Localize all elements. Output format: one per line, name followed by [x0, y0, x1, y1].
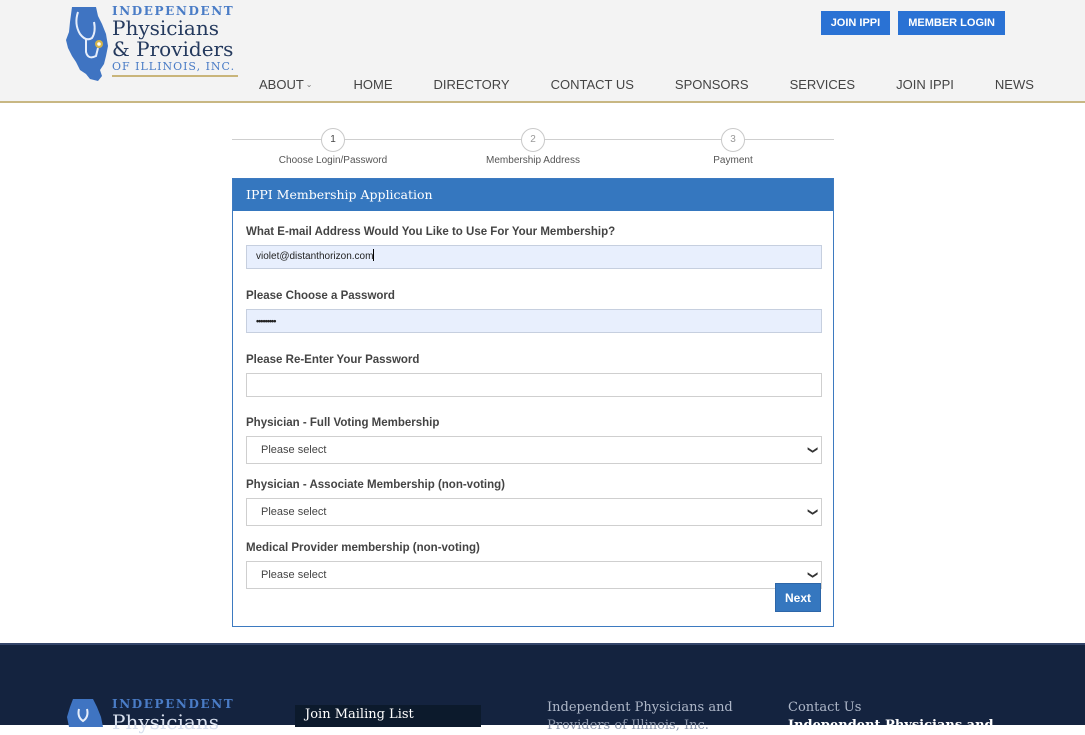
footer-org-name-1: Independent Physicians and: [547, 700, 733, 715]
footer-logo[interactable]: INDEPENDENT Physicians: [67, 697, 233, 734]
progress-steps: 1 Choose Login/Password 2 Membership Add…: [232, 128, 834, 172]
email-field[interactable]: violet@distanthorizon.com: [246, 245, 822, 269]
full-voting-select[interactable]: Please select ❯: [246, 436, 822, 464]
confirm-password-label: Please Re-Enter Your Password: [246, 354, 420, 366]
full-voting-label: Physician - Full Voting Membership: [246, 417, 440, 429]
nav-news[interactable]: NEWS: [995, 77, 1034, 92]
nav-contact-us[interactable]: CONTACT US: [551, 77, 634, 92]
panel-title: IPPI Membership Application: [233, 179, 833, 211]
membership-form-panel: IPPI Membership Application What E-mail …: [232, 178, 834, 627]
logo-line-providers: & Providers: [112, 37, 234, 61]
step-label: Choose Login/Password: [278, 155, 388, 166]
associate-select[interactable]: Please select ❯: [246, 498, 822, 526]
site-logo[interactable]: INDEPENDENT Physicians & Providers OF IL…: [66, 4, 241, 84]
step-number: 1: [321, 128, 345, 152]
footer-contact-title: Contact Us: [788, 700, 862, 715]
step-number: 3: [721, 128, 745, 152]
select-value: Please select: [261, 444, 327, 456]
join-ippi-button[interactable]: JOIN IPPI: [820, 11, 891, 35]
next-button[interactable]: Next: [775, 583, 821, 612]
step-3: 3 Payment: [658, 128, 808, 166]
nav-about[interactable]: ABOUT ⌄: [259, 77, 313, 92]
illinois-stethoscope-icon: [66, 7, 108, 81]
select-value: Please select: [261, 506, 327, 518]
site-footer: INDEPENDENT Physicians Join Mailing List…: [0, 643, 1085, 734]
email-label: What E-mail Address Would You Like to Us…: [246, 226, 616, 238]
nav-join-ippi[interactable]: JOIN IPPI: [896, 77, 954, 92]
step-label: Membership Address: [486, 155, 580, 166]
nav-services[interactable]: SERVICES: [790, 77, 856, 92]
step-label: Payment: [713, 155, 753, 166]
top-buttons: JOIN IPPI MEMBER LOGIN: [820, 11, 1005, 35]
select-value: Please select: [261, 569, 327, 581]
nav-sponsors[interactable]: SPONSORS: [675, 77, 749, 92]
chevron-down-icon: ⌄: [305, 80, 313, 89]
step-2: 2 Membership Address: [458, 128, 608, 166]
chevron-down-icon: ❯: [806, 507, 818, 517]
illinois-stethoscope-icon: [67, 699, 103, 727]
email-value: violet@distanthorizon.com: [256, 251, 374, 262]
step-number: 2: [521, 128, 545, 152]
password-label: Please Choose a Password: [246, 290, 395, 302]
nav-about-label: ABOUT: [259, 77, 304, 92]
footer-org-name-2: Providers of Illinois, Inc.: [547, 718, 709, 733]
site-header: INDEPENDENT Physicians & Providers OF IL…: [0, 0, 1085, 103]
nav-directory[interactable]: DIRECTORY: [434, 77, 510, 92]
join-mailing-list-button[interactable]: Join Mailing List: [295, 705, 481, 727]
member-login-button[interactable]: MEMBER LOGIN: [898, 11, 1005, 35]
chevron-down-icon: ❯: [806, 570, 818, 580]
logo-line-physicians: Physicians: [112, 16, 219, 40]
footer-contact-org: Independent Physicians and: [788, 718, 994, 733]
logo-line-illinois: OF ILLINOIS, INC.: [112, 60, 238, 77]
footer-about-column: Independent Physicians and Providers of …: [547, 699, 733, 735]
password-field[interactable]: •••••••••: [246, 309, 822, 333]
nav-home[interactable]: HOME: [354, 77, 393, 92]
step-1: 1 Choose Login/Password: [258, 128, 408, 166]
associate-label: Physician - Associate Membership (non-vo…: [246, 479, 506, 491]
medical-provider-select[interactable]: Please select ❯: [246, 561, 822, 589]
footer-logo-physicians: Physicians: [112, 710, 219, 734]
footer-contact-column: Contact Us Independent Physicians and: [788, 699, 994, 735]
medical-provider-label: Medical Provider membership (non-voting): [246, 542, 480, 554]
main-nav: ABOUT ⌄ HOME DIRECTORY CONTACT US SPONSOR…: [259, 77, 1034, 92]
confirm-password-field[interactable]: [246, 373, 822, 397]
chevron-down-icon: ❯: [806, 445, 818, 455]
footer-logo-independent: INDEPENDENT: [112, 697, 235, 711]
text-cursor: [373, 249, 375, 261]
